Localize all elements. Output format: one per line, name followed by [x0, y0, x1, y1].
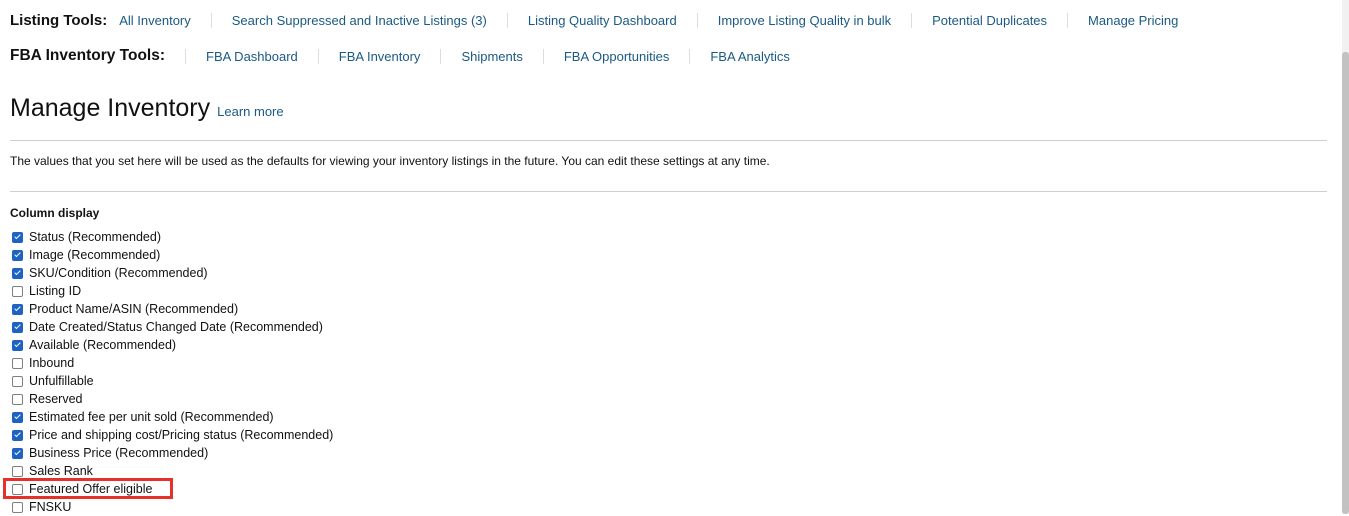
checkbox-checked[interactable]: [12, 429, 23, 441]
column-option-label: Available (Recommended): [29, 338, 177, 352]
column-option[interactable]: FNSKU: [12, 498, 333, 516]
divider: [10, 140, 1327, 141]
column-option[interactable]: Listing ID: [12, 282, 333, 300]
divider: [10, 191, 1327, 192]
fba-tools-bar: FBA Inventory Tools: FBA Dashboard FBA I…: [10, 44, 790, 68]
link-listing-quality-dashboard[interactable]: Listing Quality Dashboard: [528, 13, 677, 28]
checkbox-checked[interactable]: [12, 231, 23, 243]
column-option[interactable]: Status (Recommended): [12, 228, 333, 246]
checkbox-unchecked[interactable]: [12, 285, 23, 297]
column-option-label: FNSKU: [29, 500, 72, 514]
column-option-label: SKU/Condition (Recommended): [29, 266, 208, 280]
column-option[interactable]: Featured Offer eligible: [12, 480, 333, 498]
listing-tools-bar: Listing Tools: All Inventory Search Supp…: [10, 8, 1178, 32]
column-option-label: Date Created/Status Changed Date (Recomm…: [29, 320, 323, 334]
checkbox-checked[interactable]: [12, 303, 23, 315]
column-option[interactable]: Estimated fee per unit sold (Recommended…: [12, 408, 333, 426]
column-option-label: Image (Recommended): [29, 248, 161, 262]
column-option-label: Price and shipping cost/Pricing status (…: [29, 428, 334, 442]
link-all-inventory[interactable]: All Inventory: [119, 13, 191, 28]
separator: [1067, 12, 1069, 28]
checkbox-checked[interactable]: [12, 321, 23, 333]
column-option[interactable]: Unfulfillable: [12, 372, 333, 390]
link-fba-opportunities[interactable]: FBA Opportunities: [564, 49, 670, 64]
link-fba-analytics[interactable]: FBA Analytics: [710, 49, 789, 64]
page-title: Manage Inventory: [10, 94, 211, 122]
column-option[interactable]: Inbound: [12, 354, 333, 372]
checkbox-unchecked[interactable]: [12, 501, 23, 513]
checkbox-unchecked[interactable]: [12, 465, 23, 477]
checkbox-checked[interactable]: [12, 411, 23, 423]
scrollbar-thumb[interactable]: [1342, 52, 1349, 514]
checkbox-checked[interactable]: [12, 339, 23, 351]
link-search-suppressed[interactable]: Search Suppressed and Inactive Listings …: [232, 13, 487, 28]
column-display-list: Status (Recommended) Image (Recommended) S…: [12, 228, 333, 516]
checkbox-unchecked[interactable]: [12, 375, 23, 387]
link-improve-listing-quality[interactable]: Improve Listing Quality in bulk: [718, 13, 891, 28]
link-fba-dashboard[interactable]: FBA Dashboard: [206, 49, 298, 64]
column-option[interactable]: Date Created/Status Changed Date (Recomm…: [12, 318, 333, 336]
separator: [911, 12, 913, 28]
column-option-label: Estimated fee per unit sold (Recommended…: [29, 410, 274, 424]
column-option[interactable]: Sales Rank: [12, 462, 333, 480]
listing-tools-label: Listing Tools:: [10, 11, 108, 29]
checkbox-unchecked[interactable]: [12, 357, 23, 369]
column-option[interactable]: Business Price (Recommended): [12, 444, 333, 462]
column-option[interactable]: Image (Recommended): [12, 246, 333, 264]
column-option[interactable]: SKU/Condition (Recommended): [12, 264, 333, 282]
column-option[interactable]: Available (Recommended): [12, 336, 333, 354]
column-option[interactable]: Reserved: [12, 390, 333, 408]
separator: [185, 48, 186, 64]
checkbox-unchecked[interactable]: [12, 483, 23, 495]
link-manage-pricing[interactable]: Manage Pricing: [1088, 13, 1178, 28]
checkbox-checked[interactable]: [12, 447, 23, 459]
separator: [317, 48, 319, 64]
column-option-label: Inbound: [29, 356, 75, 370]
checkbox-checked[interactable]: [12, 267, 23, 279]
column-option-label: Sales Rank: [29, 464, 93, 478]
link-shipments[interactable]: Shipments: [461, 49, 522, 64]
column-option-label: Listing ID: [29, 284, 82, 298]
scrollbar-track[interactable]: [1342, 0, 1349, 514]
fba-tools-label: FBA Inventory Tools:: [10, 47, 165, 64]
checkbox-unchecked[interactable]: [12, 393, 23, 405]
checkbox-checked[interactable]: [12, 249, 23, 261]
link-potential-duplicates[interactable]: Potential Duplicates: [932, 13, 1047, 28]
title-area: Manage Inventory Learn more: [10, 94, 284, 123]
column-option[interactable]: Price and shipping cost/Pricing status (…: [12, 426, 333, 444]
column-option-label: Status (Recommended): [29, 230, 162, 244]
separator: [696, 12, 698, 28]
column-option-label: Unfulfillable: [29, 374, 94, 388]
learn-more-link[interactable]: Learn more: [217, 104, 283, 119]
separator: [440, 48, 442, 64]
separator: [542, 48, 544, 64]
column-option-label: Featured Offer eligible: [29, 482, 153, 496]
settings-description: The values that you set here will be use…: [10, 154, 770, 168]
column-option-label: Reserved: [29, 392, 83, 406]
column-option[interactable]: Product Name/ASIN (Recommended): [12, 300, 333, 318]
column-display-heading: Column display: [10, 206, 100, 220]
separator: [506, 12, 508, 28]
separator: [689, 48, 691, 64]
column-option-label: Business Price (Recommended): [29, 446, 209, 460]
separator: [210, 12, 212, 28]
column-option-label: Product Name/ASIN (Recommended): [29, 302, 239, 316]
link-fba-inventory[interactable]: FBA Inventory: [339, 49, 421, 64]
